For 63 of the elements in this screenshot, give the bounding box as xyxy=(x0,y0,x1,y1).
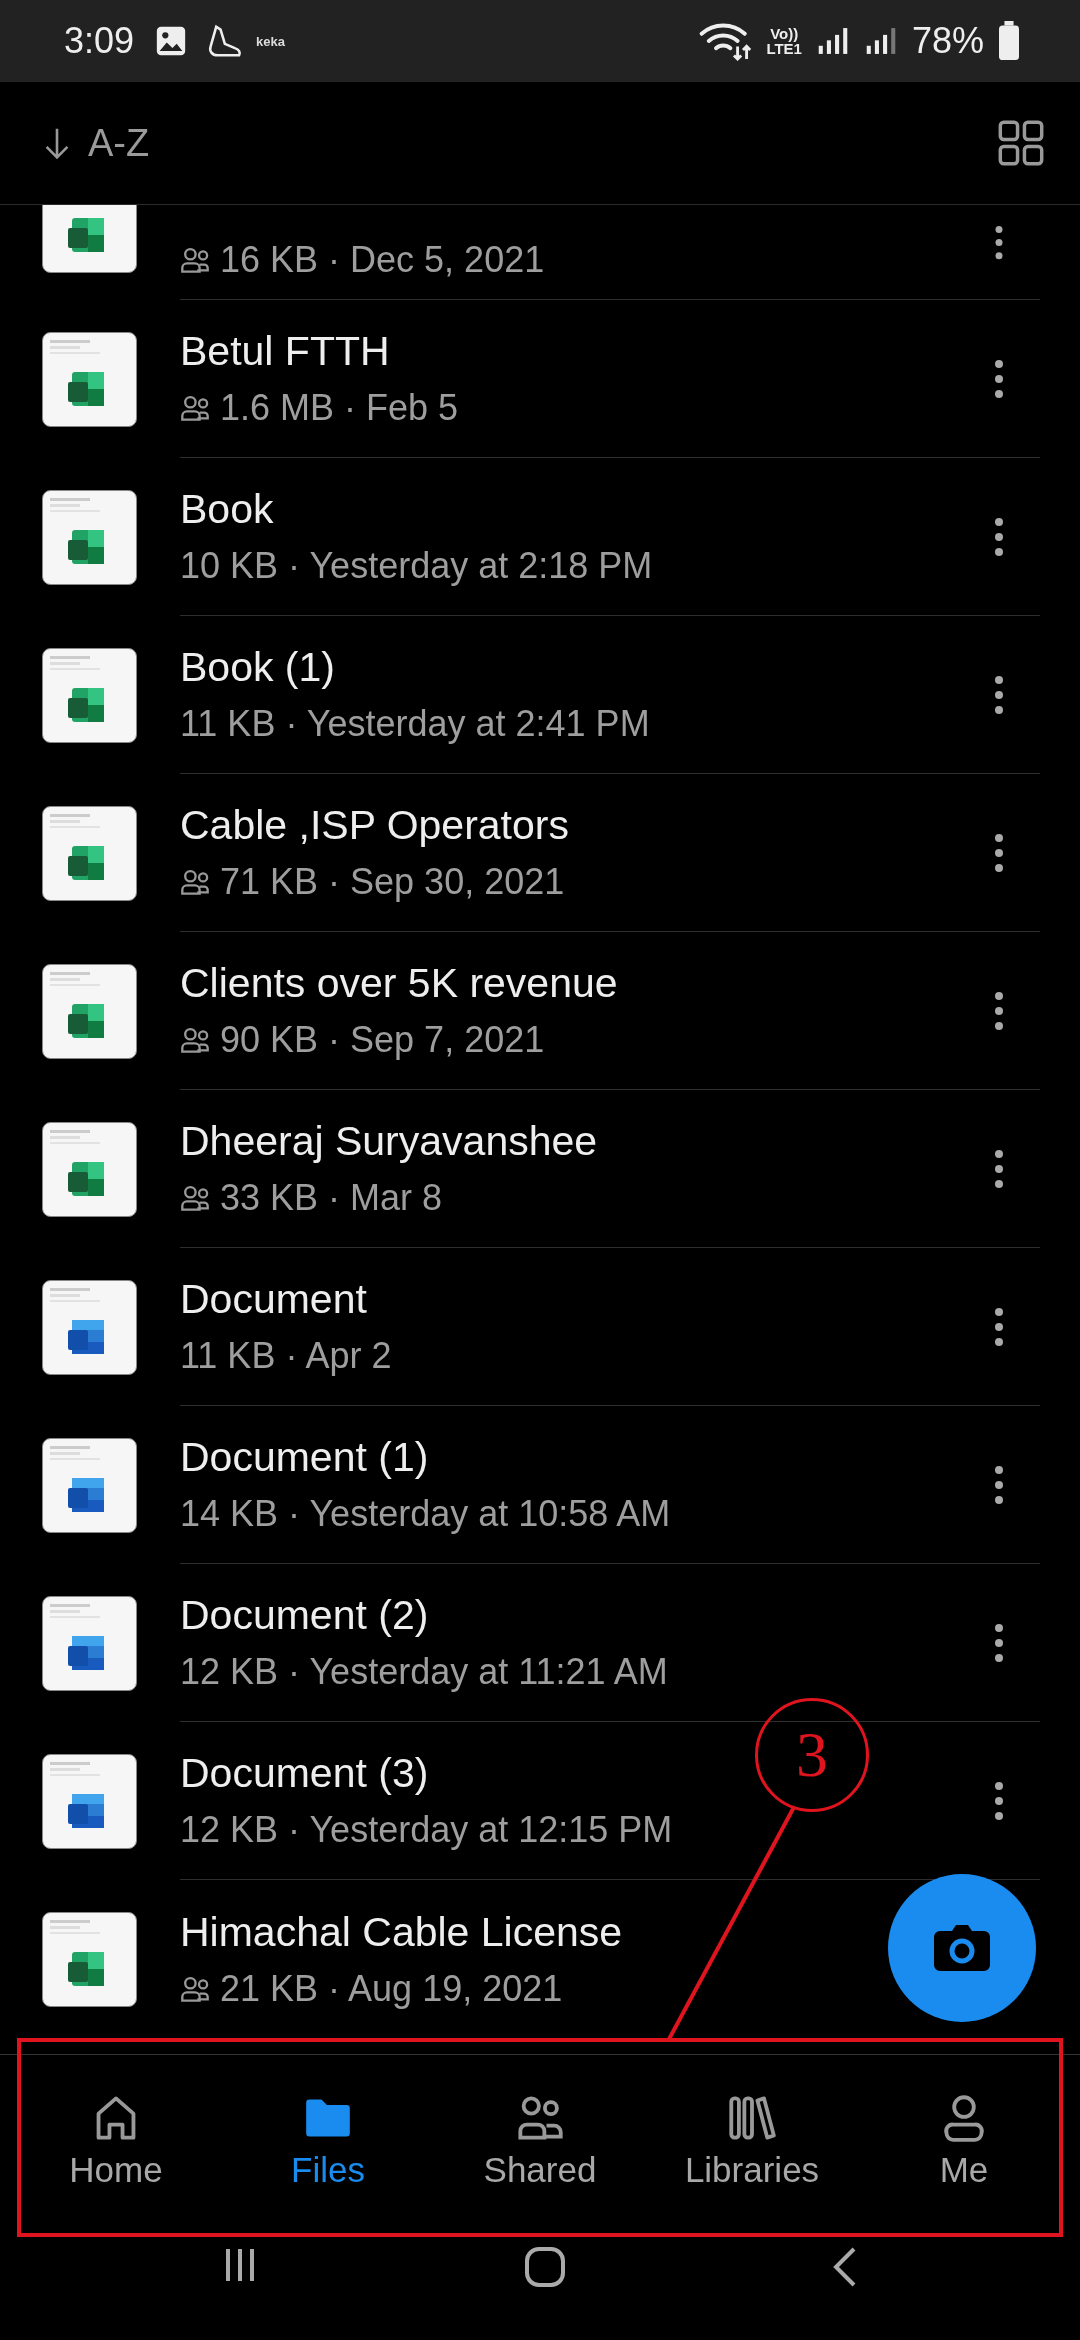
battery-percent: 78% xyxy=(911,20,984,62)
file-row[interactable]: Document 11 KB · Apr 2 xyxy=(0,1248,1080,1406)
file-row[interactable]: Dheeraj Suryavanshee 33 KB · Mar 8 xyxy=(0,1090,1080,1248)
more-options-icon[interactable] xyxy=(994,1149,1004,1189)
file-details: 11 KB · Yesterday at 2:41 PM xyxy=(180,703,650,745)
more-options-icon[interactable] xyxy=(994,359,1004,399)
more-options-icon[interactable] xyxy=(994,1623,1004,1663)
file-name: Document xyxy=(180,1276,367,1323)
network-label: Vo)) xyxy=(770,26,799,41)
file-details: 11 KB · Apr 2 xyxy=(180,1335,392,1377)
sort-button[interactable]: A-Z xyxy=(44,121,150,165)
battery-icon xyxy=(998,21,1020,61)
file-row[interactable]: Book (1) 11 KB · Yesterday at 2:41 PM xyxy=(0,616,1080,774)
annotation-number: 3 xyxy=(755,1698,869,1812)
file-name: Document (1) xyxy=(180,1434,429,1481)
more-options-icon[interactable] xyxy=(994,1465,1004,1505)
more-options-icon[interactable] xyxy=(994,1307,1004,1347)
file-details: 12 KB · Yesterday at 11:21 AM xyxy=(180,1651,668,1693)
wifi-icon xyxy=(698,21,753,61)
nav-tab[interactable]: Shared xyxy=(440,2080,640,2190)
file-name: Betul FTTH xyxy=(180,328,390,375)
file-details: 12 KB · Yesterday at 12:15 PM xyxy=(180,1809,673,1851)
file-details: 90 KB · Sep 7, 2021 xyxy=(220,1019,545,1061)
file-name: Himachal Cable License xyxy=(180,1908,623,1956)
nav-tab[interactable]: Me xyxy=(864,2080,1064,2190)
network-label: LTE1 xyxy=(766,41,802,56)
more-options-icon[interactable] xyxy=(994,1781,1004,1821)
books-icon xyxy=(728,2094,776,2142)
file-name: Document (2) xyxy=(180,1592,429,1639)
file-row[interactable]: Himachal Cable License 21 KB · Aug 19, 2021 xyxy=(0,1880,1080,2038)
down-arrow-icon xyxy=(44,126,70,160)
nav-tab[interactable]: Home xyxy=(16,2080,216,2190)
file-name: Dheeraj Suryavanshee xyxy=(180,1118,598,1165)
more-options-icon[interactable] xyxy=(994,675,1004,715)
file-row[interactable]: Clients over 5K revenue 90 KB · Sep 7, 2021 xyxy=(0,932,1080,1090)
file-name: Book (1) xyxy=(180,644,335,691)
file-row[interactable]: Book 10 KB · Yesterday at 2:18 PM xyxy=(0,458,1080,616)
more-options-icon[interactable] xyxy=(994,517,1004,557)
clock: 3:09 xyxy=(64,20,135,62)
file-name: Book xyxy=(180,486,274,533)
file-row[interactable]: 16 KB · Dec 5, 2021 xyxy=(0,205,1080,300)
nav-tab[interactable]: Libraries xyxy=(652,2080,852,2190)
more-options-icon[interactable] xyxy=(994,225,1004,260)
file-row[interactable]: Cable ,ISP Operators 71 KB · Sep 30, 2021 xyxy=(0,774,1080,932)
file-details: 16 KB · Dec 5, 2021 xyxy=(220,239,545,281)
file-details: 1.6 MB · Feb 5 xyxy=(220,387,459,429)
home-button-icon[interactable] xyxy=(523,2245,567,2289)
people-icon xyxy=(516,2094,564,2142)
more-options-icon[interactable] xyxy=(994,833,1004,873)
file-row[interactable]: Betul FTTH 1.6 MB · Feb 5 xyxy=(0,300,1080,458)
file-row[interactable]: Document (1) 14 KB · Yesterday at 10:58 AM xyxy=(0,1406,1080,1564)
nav-tab[interactable]: Files xyxy=(228,2080,428,2190)
camera-icon xyxy=(934,1925,990,1971)
file-details: 10 KB · Yesterday at 2:18 PM xyxy=(180,545,653,587)
file-details: 33 KB · Mar 8 xyxy=(220,1177,443,1219)
file-name: Clients over 5K revenue xyxy=(180,960,618,1007)
file-details: 14 KB · Yesterday at 10:58 AM xyxy=(180,1493,671,1535)
more-options-icon[interactable] xyxy=(994,991,1004,1031)
file-name: Document (3) xyxy=(180,1750,429,1797)
file-details: 21 KB · Aug 19, 2021 xyxy=(220,1967,563,2010)
grid-view-icon[interactable] xyxy=(998,120,1044,166)
file-details: 71 KB · Sep 30, 2021 xyxy=(220,861,565,903)
file-name: Cable ,ISP Operators xyxy=(180,802,569,849)
